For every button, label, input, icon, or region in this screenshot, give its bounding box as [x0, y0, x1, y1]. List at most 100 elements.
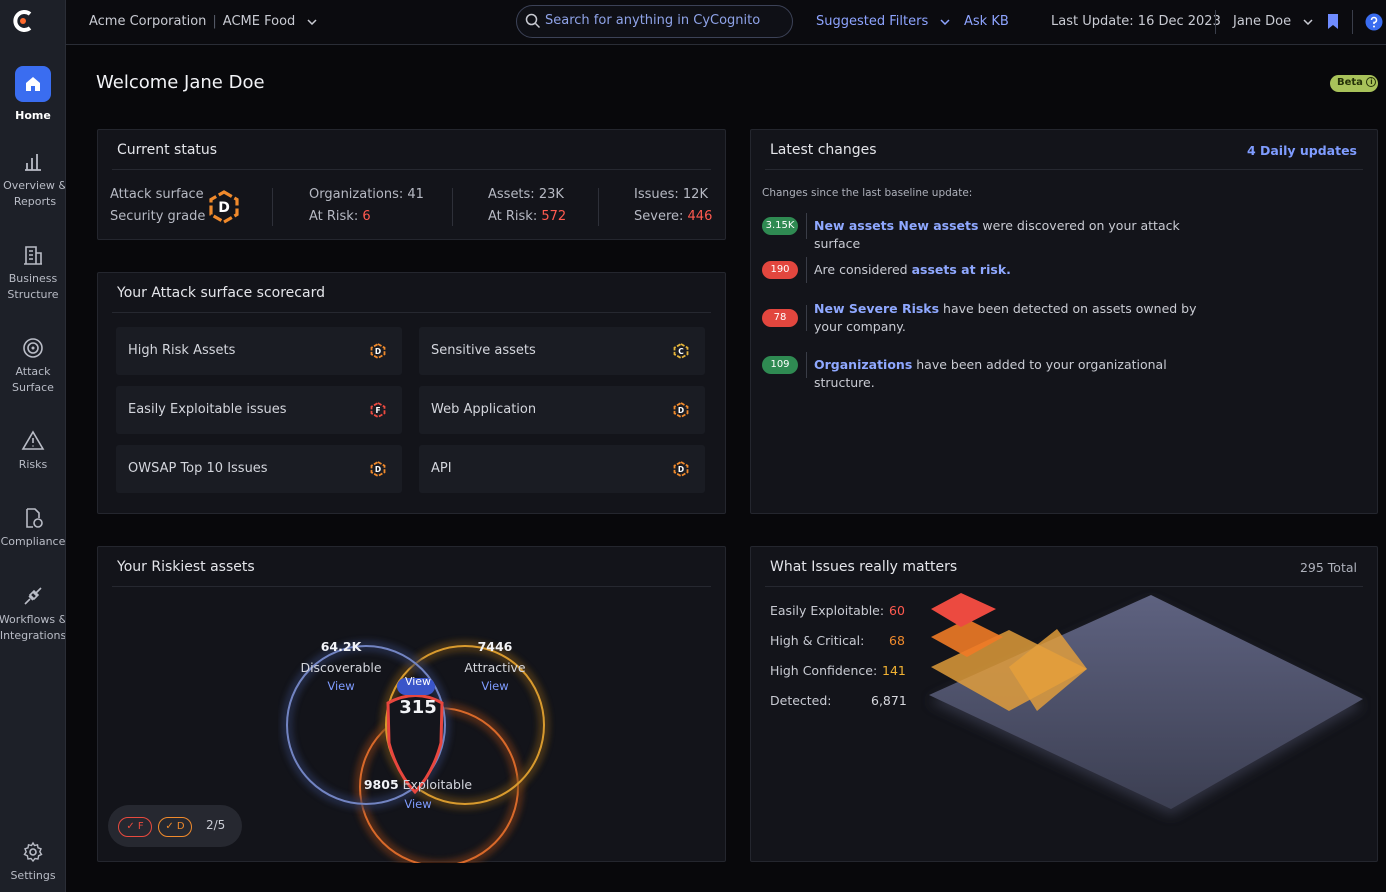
- grade-letter: D: [375, 465, 381, 474]
- card-title: Current status: [117, 142, 218, 158]
- sidebar-item-label: Business Structure: [7, 272, 59, 301]
- discoverable-view-link[interactable]: View: [290, 679, 392, 693]
- suggested-filters-button[interactable]: Suggested Filters: [816, 14, 950, 29]
- issues-stat[interactable]: Issues: 12K Severe: 446: [634, 184, 712, 228]
- center-view-link[interactable]: View: [398, 675, 438, 688]
- divider: [112, 169, 711, 170]
- issues-count: Issues: 12K: [634, 187, 708, 202]
- sidebar-item-business-structure[interactable]: Business Structure: [0, 243, 65, 303]
- change-row: 78 New Severe Risks have been detected on…: [762, 300, 1362, 340]
- exploitable-label: 9805 Exploitable View: [352, 777, 484, 811]
- search-input[interactable]: Search for anything in CyCognito: [516, 5, 793, 38]
- grade-hexagon-icon: D: [370, 461, 386, 477]
- sidebar-item-label: Risks: [18, 458, 48, 471]
- last-update-text: Last Update: 16 Dec 2023: [1051, 14, 1221, 29]
- change-row: 109 Organizations have been added to your…: [762, 352, 1362, 396]
- center-count: 315: [388, 697, 448, 718]
- sidebar-item-settings[interactable]: Settings: [0, 840, 65, 884]
- divider: [272, 188, 273, 226]
- bookmark-icon[interactable]: [1327, 13, 1339, 31]
- sidebar-item-label: Workflows & Integrations: [0, 613, 66, 642]
- issue-metric-value[interactable]: 6,871: [871, 693, 907, 708]
- grade-hexagon-icon: F: [370, 402, 386, 418]
- issue-metric-value[interactable]: 60: [889, 603, 905, 618]
- security-grade-label: Attack surface Security grade: [110, 184, 205, 228]
- top-bar: Acme Corporation | ACME Food Search for an…: [66, 0, 1386, 45]
- riskiest-assets-card: Your Riskiest assets 64.2K Discoverable …: [97, 546, 726, 863]
- latest-changes-card: Latest changes 4 Daily updates Changes s…: [750, 129, 1378, 514]
- grade-letter: D: [375, 347, 381, 356]
- change-highlight-link[interactable]: assets at risk.: [912, 262, 1011, 277]
- issue-metric-value[interactable]: 68: [889, 633, 905, 648]
- org-selector[interactable]: Acme Corporation | ACME Food: [89, 14, 317, 29]
- sidebar-item-risks[interactable]: Risks: [0, 429, 65, 473]
- grade-label-line: Attack surface: [110, 187, 204, 202]
- grade-hexagon-icon: D: [673, 461, 689, 477]
- user-menu[interactable]: Jane Doe: [1233, 14, 1313, 29]
- daily-updates-link[interactable]: 4 Daily updates: [1247, 143, 1357, 158]
- grade-hexagon-icon: D: [673, 402, 689, 418]
- scorecard-item[interactable]: API D: [419, 445, 705, 493]
- divider: [452, 188, 453, 226]
- divider: [765, 169, 1363, 170]
- attractive-view-link[interactable]: View: [444, 679, 546, 693]
- scorecard-item[interactable]: Web Application D: [419, 386, 705, 434]
- change-highlight-link[interactable]: Organizations: [814, 357, 912, 372]
- divider: [806, 257, 807, 283]
- sidebar-item-label: Settings: [10, 869, 56, 882]
- issue-metric-value[interactable]: 141: [882, 663, 906, 678]
- sidebar-item-overview-reports[interactable]: Overview & Reports: [0, 150, 65, 210]
- discoverable-label: 64.2K Discoverable View: [290, 639, 392, 693]
- suggested-filters-label: Suggested Filters: [816, 14, 929, 29]
- change-description: New assets New assets were discovered on…: [814, 217, 1214, 253]
- center-count-value: 315: [399, 697, 437, 718]
- attractive-label: 7446 Attractive View: [444, 639, 546, 693]
- document-check-icon: [26, 508, 43, 528]
- filter-chip-d[interactable]: ✓ D: [158, 817, 192, 837]
- organizations-stat[interactable]: Organizations: 41 At Risk: 6: [309, 184, 424, 228]
- current-status-card: Current status Attack surface Security g…: [97, 129, 726, 240]
- warning-icon: [21, 430, 45, 450]
- scorecard-item[interactable]: High Risk Assets D: [116, 327, 402, 375]
- chevron-down-icon: [940, 18, 950, 25]
- card-title: Your Riskiest assets: [117, 559, 255, 575]
- issue-metric-label: Detected:: [770, 693, 832, 708]
- divider: [806, 352, 807, 378]
- change-description: Organizations have been added to your or…: [814, 356, 1214, 392]
- total-count: 295 Total: [1299, 560, 1357, 575]
- beta-badge[interactable]: Beta i: [1330, 75, 1378, 92]
- scorecard-item-label: API: [431, 461, 452, 476]
- at-risk-value: 6: [362, 209, 371, 224]
- org-name: Acme Corporation: [89, 14, 207, 29]
- divider: [806, 213, 807, 239]
- page-title: Welcome Jane Doe: [96, 72, 265, 93]
- card-title: Your Attack surface scorecard: [117, 285, 325, 301]
- easily-exploitable-layer[interactable]: [931, 593, 996, 627]
- scorecard-item-label: Easily Exploitable issues: [128, 402, 287, 417]
- change-count-badge: 3.15K: [762, 217, 798, 235]
- change-highlight-link[interactable]: New assets New assets: [814, 218, 978, 233]
- change-count-badge: 190: [762, 261, 798, 279]
- scorecard-item[interactable]: Easily Exploitable issues F: [116, 386, 402, 434]
- grade-letter: C: [678, 347, 684, 356]
- sidebar-item-attack-surface[interactable]: Attack Surface: [0, 336, 65, 396]
- sidebar-item-compliance[interactable]: Compliance: [0, 506, 65, 550]
- at-risk-label: At Risk:: [309, 209, 359, 224]
- changes-subtitle: Changes since the last baseline update:: [762, 187, 973, 199]
- scorecard-item[interactable]: OWSAP Top 10 Issues D: [116, 445, 402, 493]
- cycognito-logo-icon[interactable]: [10, 8, 36, 34]
- bar-chart-icon: [25, 154, 41, 171]
- ask-kb-link[interactable]: Ask KB: [964, 14, 1009, 29]
- change-count-badge: 78: [762, 309, 798, 327]
- sidebar-item-home[interactable]: Home: [0, 66, 65, 124]
- change-count-badge: 109: [762, 356, 798, 374]
- filter-chip-f[interactable]: ✓ F: [118, 817, 152, 837]
- exploitable-view-link[interactable]: View: [352, 797, 484, 811]
- change-highlight-link[interactable]: New Severe Risks: [814, 301, 939, 316]
- divider: [598, 188, 599, 226]
- change-description: Are considered assets at risk.: [814, 261, 1214, 279]
- sidebar-item-workflows[interactable]: Workflows & Integrations: [0, 584, 66, 644]
- scorecard-item[interactable]: Sensitive assets C: [419, 327, 705, 375]
- assets-stat[interactable]: Assets: 23K At Risk: 572: [488, 184, 566, 228]
- help-icon[interactable]: [1365, 13, 1383, 31]
